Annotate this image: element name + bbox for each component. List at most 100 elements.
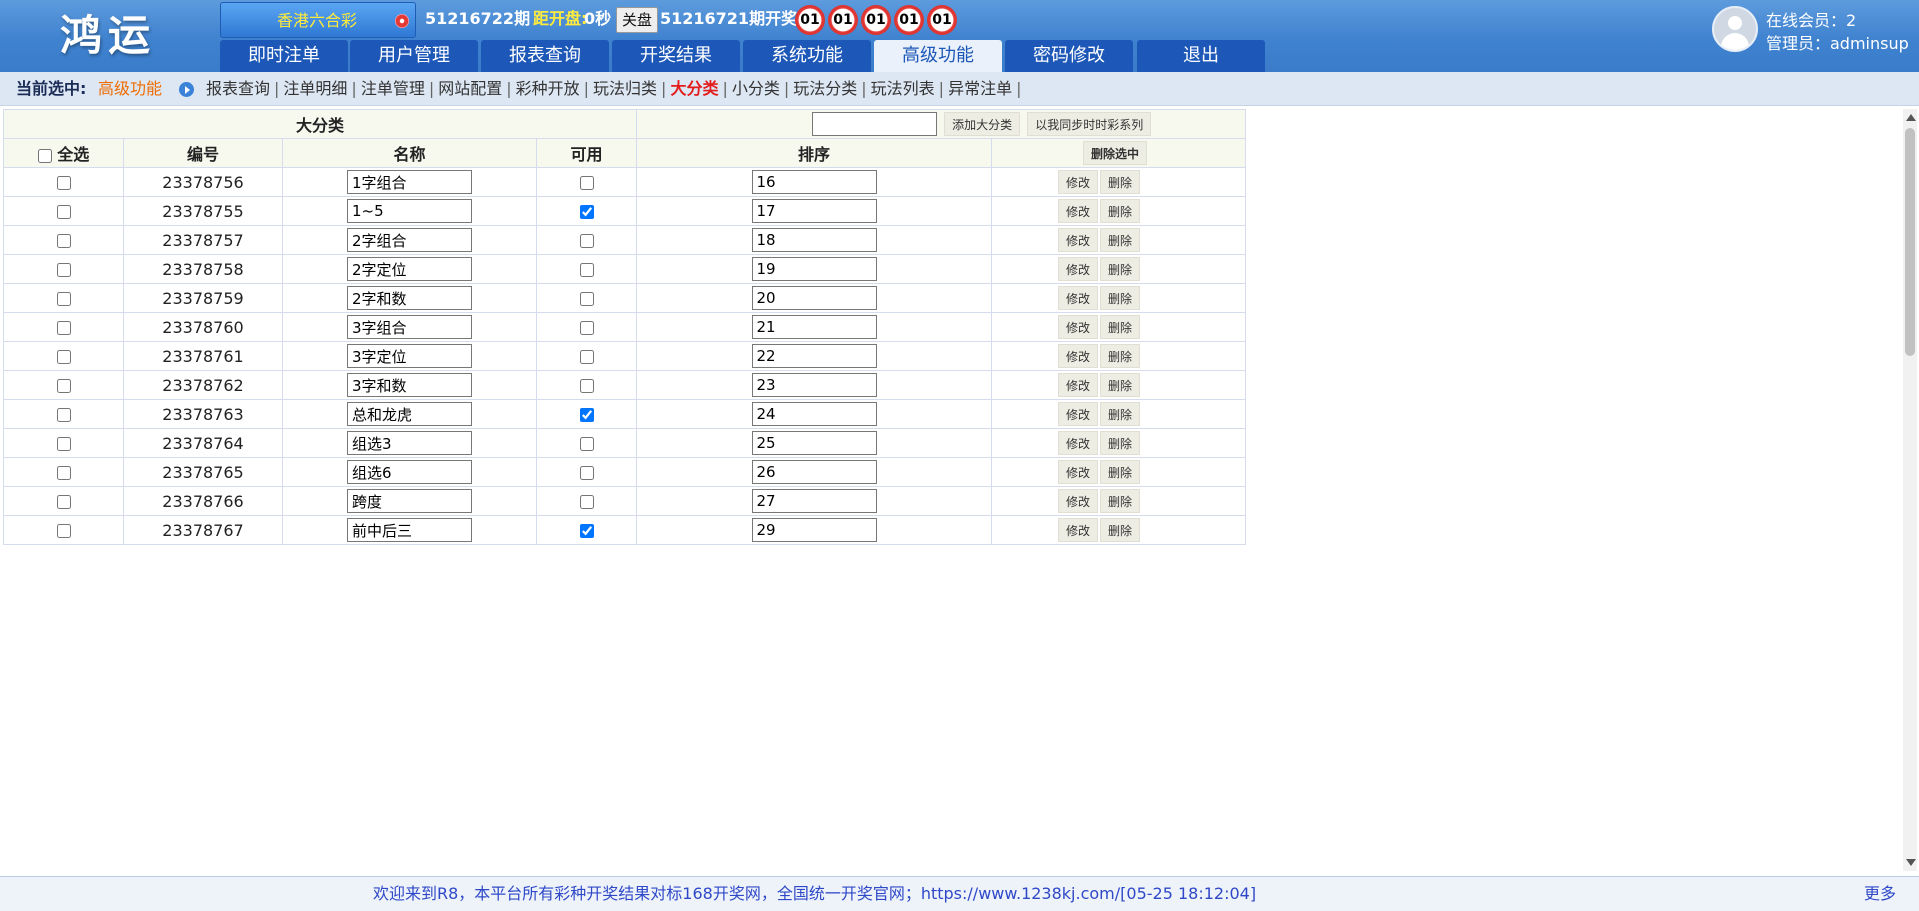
submenu-play-category[interactable]: 玩法分类 [793, 79, 857, 98]
row-select-checkbox[interactable] [56, 321, 71, 335]
row-order-input[interactable] [751, 257, 877, 281]
submenu-report-query[interactable]: 报表查询 [206, 79, 270, 98]
row-enabled-checkbox[interactable] [579, 350, 594, 364]
row-enabled-checkbox[interactable] [579, 379, 594, 393]
row-name-input[interactable] [347, 460, 472, 484]
row-enabled-checkbox[interactable] [579, 437, 594, 451]
row-name-input[interactable] [347, 489, 472, 513]
row-edit-button[interactable]: 修改 [1058, 344, 1099, 368]
row-name-input[interactable] [347, 315, 472, 339]
submenu-lottery-open[interactable]: 彩种开放 [516, 79, 580, 98]
row-order-input[interactable] [751, 199, 877, 223]
row-order-input[interactable] [751, 170, 877, 194]
row-edit-button[interactable]: 修改 [1058, 431, 1099, 455]
row-enabled-checkbox[interactable] [579, 466, 594, 480]
nav-tab-change-password[interactable]: 密码修改 [1005, 40, 1133, 72]
row-select-checkbox[interactable] [56, 466, 71, 480]
breadcrumb-current[interactable]: 高级功能 [98, 72, 162, 106]
add-category-button[interactable]: 添加大分类 [944, 112, 1021, 136]
row-select-checkbox[interactable] [56, 437, 71, 451]
row-edit-button[interactable]: 修改 [1058, 489, 1099, 513]
submenu-bet-details[interactable]: 注单明细 [283, 79, 347, 98]
row-order-input[interactable] [751, 373, 877, 397]
row-name-input[interactable] [347, 257, 472, 281]
row-delete-button[interactable]: 删除 [1100, 489, 1141, 513]
close-betting-button[interactable]: 关盘 [616, 7, 658, 33]
scroll-down-icon[interactable] [1906, 859, 1916, 866]
row-enabled-checkbox[interactable] [579, 176, 594, 190]
row-delete-button[interactable]: 删除 [1100, 286, 1141, 310]
footer-announcement[interactable]: 欢迎来到R8，本平台所有彩种开奖结果对标168开奖网，全国统一开奖官网；http… [373, 877, 1256, 910]
row-name-input[interactable] [347, 286, 472, 310]
row-select-checkbox[interactable] [56, 234, 71, 248]
row-edit-button[interactable]: 修改 [1058, 315, 1099, 339]
vertical-scrollbar[interactable] [1903, 109, 1917, 871]
row-select-checkbox[interactable] [56, 524, 71, 538]
row-select-checkbox[interactable] [56, 379, 71, 393]
row-order-input[interactable] [751, 431, 877, 455]
nav-tab-logout[interactable]: 退出 [1137, 40, 1265, 72]
scroll-up-icon[interactable] [1906, 114, 1916, 121]
lottery-selector[interactable]: 香港六合彩 [220, 2, 416, 38]
scroll-thumb[interactable] [1905, 128, 1915, 356]
submenu-major-category[interactable]: 大分类 [670, 79, 718, 98]
submenu-bet-management[interactable]: 注单管理 [361, 79, 425, 98]
row-delete-button[interactable]: 删除 [1100, 199, 1141, 223]
row-name-input[interactable] [347, 228, 472, 252]
row-delete-button[interactable]: 删除 [1100, 431, 1141, 455]
row-delete-button[interactable]: 删除 [1100, 315, 1141, 339]
row-name-input[interactable] [347, 170, 472, 194]
submenu-abnormal-bets[interactable]: 异常注单 [948, 79, 1012, 98]
row-delete-button[interactable]: 删除 [1100, 460, 1141, 484]
row-delete-button[interactable]: 删除 [1100, 257, 1141, 281]
row-order-input[interactable] [751, 489, 877, 513]
row-select-checkbox[interactable] [56, 205, 71, 219]
row-order-input[interactable] [751, 286, 877, 310]
row-enabled-checkbox[interactable] [579, 321, 594, 335]
row-select-checkbox[interactable] [56, 408, 71, 422]
row-name-input[interactable] [347, 402, 472, 426]
row-edit-button[interactable]: 修改 [1058, 373, 1099, 397]
row-select-checkbox[interactable] [56, 495, 71, 509]
row-edit-button[interactable]: 修改 [1058, 170, 1099, 194]
row-delete-button[interactable]: 删除 [1100, 228, 1141, 252]
row-select-checkbox[interactable] [56, 350, 71, 364]
row-delete-button[interactable]: 删除 [1100, 518, 1141, 542]
nav-tab-live-bets[interactable]: 即时注单 [220, 40, 348, 72]
row-enabled-checkbox[interactable] [579, 408, 594, 422]
row-name-input[interactable] [347, 518, 472, 542]
row-edit-button[interactable]: 修改 [1058, 402, 1099, 426]
row-name-input[interactable] [347, 373, 472, 397]
row-enabled-checkbox[interactable] [579, 292, 594, 306]
row-edit-button[interactable]: 修改 [1058, 460, 1099, 484]
nav-tab-system[interactable]: 系统功能 [743, 40, 871, 72]
nav-tab-advanced[interactable]: 高级功能 [874, 40, 1002, 72]
row-enabled-checkbox[interactable] [579, 495, 594, 509]
row-select-checkbox[interactable] [56, 292, 71, 306]
row-edit-button[interactable]: 修改 [1058, 286, 1099, 310]
row-order-input[interactable] [751, 518, 877, 542]
row-enabled-checkbox[interactable] [579, 205, 594, 219]
footer-more-link[interactable]: 更多 [1864, 877, 1896, 910]
row-order-input[interactable] [751, 315, 877, 339]
row-select-checkbox[interactable] [56, 263, 71, 277]
row-enabled-checkbox[interactable] [579, 263, 594, 277]
sync-series-button[interactable]: 以我同步时时彩系列 [1027, 112, 1152, 136]
delete-selected-button[interactable]: 删除选中 [1083, 141, 1148, 165]
row-order-input[interactable] [751, 460, 877, 484]
row-order-input[interactable] [751, 344, 877, 368]
submenu-site-config[interactable]: 网站配置 [438, 79, 502, 98]
select-all-checkbox[interactable] [37, 148, 52, 163]
row-edit-button[interactable]: 修改 [1058, 199, 1099, 223]
nav-tab-user-management[interactable]: 用户管理 [350, 40, 478, 72]
row-enabled-checkbox[interactable] [579, 234, 594, 248]
row-select-checkbox[interactable] [56, 176, 71, 190]
row-edit-button[interactable]: 修改 [1058, 518, 1099, 542]
add-category-input[interactable] [812, 112, 937, 136]
row-name-input[interactable] [347, 199, 472, 223]
row-delete-button[interactable]: 删除 [1100, 344, 1141, 368]
row-name-input[interactable] [347, 431, 472, 455]
row-delete-button[interactable]: 删除 [1100, 373, 1141, 397]
row-delete-button[interactable]: 删除 [1100, 170, 1141, 194]
submenu-play-list[interactable]: 玩法列表 [871, 79, 935, 98]
